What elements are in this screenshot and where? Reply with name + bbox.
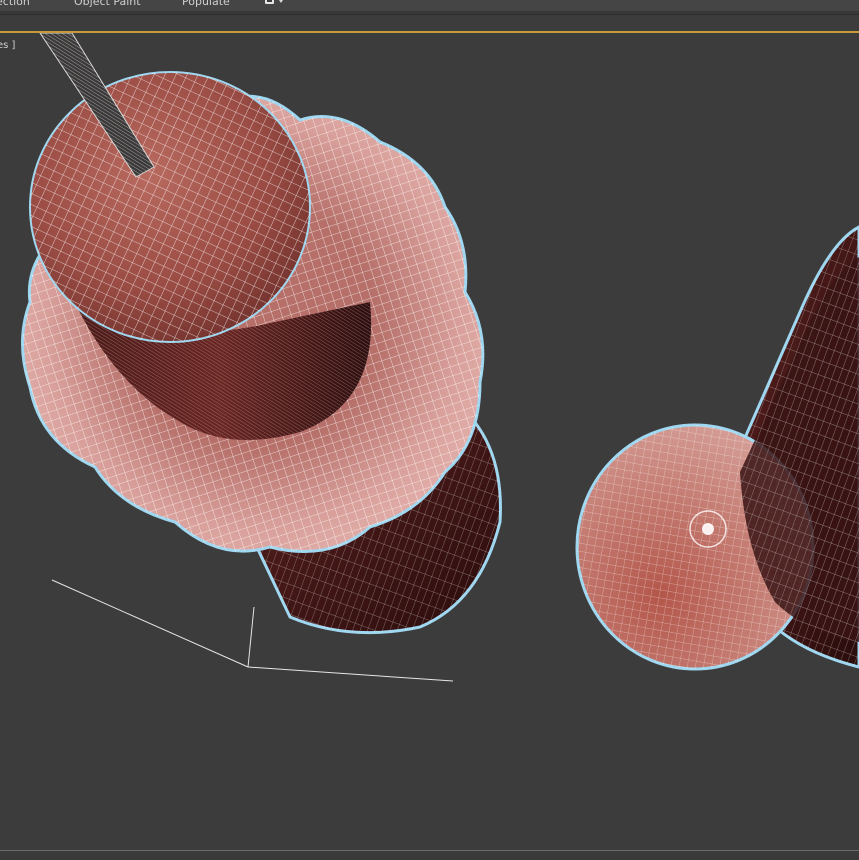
ribbon-separator — [0, 11, 859, 15]
object-left[interactable] — [21, 33, 502, 635]
perspective-viewport[interactable]: es ] — [0, 31, 859, 852]
viewport-scene — [21, 33, 859, 682]
ribbon-tab-bar: ection Object Paint Populate — [0, 0, 859, 11]
tab-object-paint[interactable]: Object Paint — [74, 0, 141, 8]
display-options-button[interactable] — [262, 0, 288, 10]
display-options-icon — [265, 0, 283, 4]
tab-selection[interactable]: ection — [0, 0, 30, 8]
object-right[interactable] — [575, 225, 859, 671]
tab-populate[interactable]: Populate — [182, 0, 230, 8]
